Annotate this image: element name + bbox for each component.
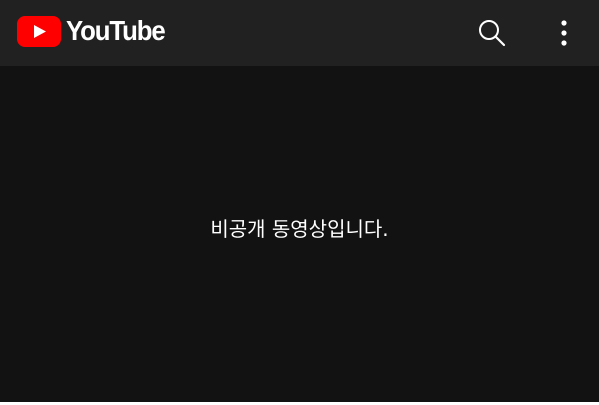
player-area: 비공개 동영상입니다. xyxy=(0,66,599,402)
top-bar: YouTube xyxy=(0,0,599,66)
youtube-play-logo-icon xyxy=(17,15,61,47)
private-video-message: 비공개 동영상입니다. xyxy=(210,217,389,241)
app-window: YouTube 비공개 동영상입니다. xyxy=(0,0,599,405)
youtube-logo-link[interactable]: YouTube xyxy=(17,14,173,48)
search-button[interactable] xyxy=(472,13,512,53)
more-vert-icon xyxy=(561,20,567,46)
more-options-button[interactable] xyxy=(544,13,584,53)
search-icon xyxy=(479,20,506,47)
logo-wordmark: YouTube xyxy=(66,15,166,46)
